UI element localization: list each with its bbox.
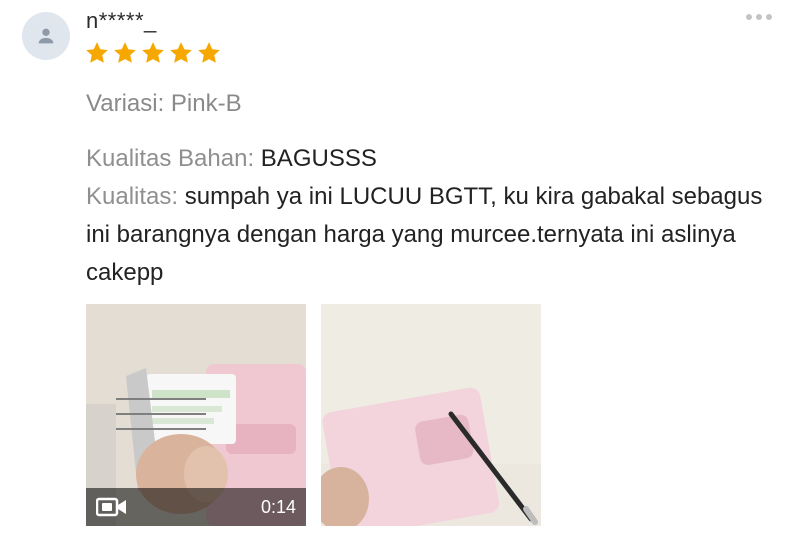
star-icon bbox=[86, 42, 108, 63]
video-camera-icon bbox=[96, 497, 126, 517]
rating-stars bbox=[84, 40, 222, 66]
review-line-material: Kualitas Bahan: BAGUSSS bbox=[86, 140, 776, 178]
product-variation: Variasi: Pink-B bbox=[86, 90, 242, 117]
user-icon bbox=[38, 28, 54, 44]
star-icon bbox=[198, 42, 220, 63]
more-options-button[interactable] bbox=[746, 14, 772, 20]
review-line-value: sumpah ya ini LUCUU BGTT, ku kira gabaka… bbox=[86, 183, 763, 286]
star-icon bbox=[142, 42, 164, 63]
review-line-value: BAGUSSS bbox=[260, 145, 377, 172]
more-dot-icon bbox=[756, 14, 762, 20]
star-icon bbox=[114, 42, 136, 63]
avatar[interactable] bbox=[22, 12, 70, 60]
reviewer-username: n*****_ bbox=[86, 8, 157, 33]
more-dot-icon bbox=[746, 14, 752, 20]
star-icon bbox=[170, 42, 192, 63]
more-dot-icon bbox=[766, 14, 772, 20]
photo-preview-image bbox=[321, 304, 541, 526]
review-line-key: Kualitas Bahan: bbox=[86, 145, 255, 172]
review-line-key: Kualitas: bbox=[86, 183, 179, 210]
video-duration: 0:14 bbox=[260, 496, 296, 517]
video-info-bar: 0:14 bbox=[86, 488, 306, 526]
review-video-thumbnail[interactable]: 0:14 bbox=[86, 304, 306, 526]
review-text: Kualitas Bahan: BAGUSSS Kualitas: sumpah… bbox=[86, 140, 776, 292]
review-photo-thumbnail[interactable] bbox=[321, 304, 541, 526]
review-line-quality: Kualitas: sumpah ya ini LUCUU BGTT, ku k… bbox=[86, 178, 776, 292]
